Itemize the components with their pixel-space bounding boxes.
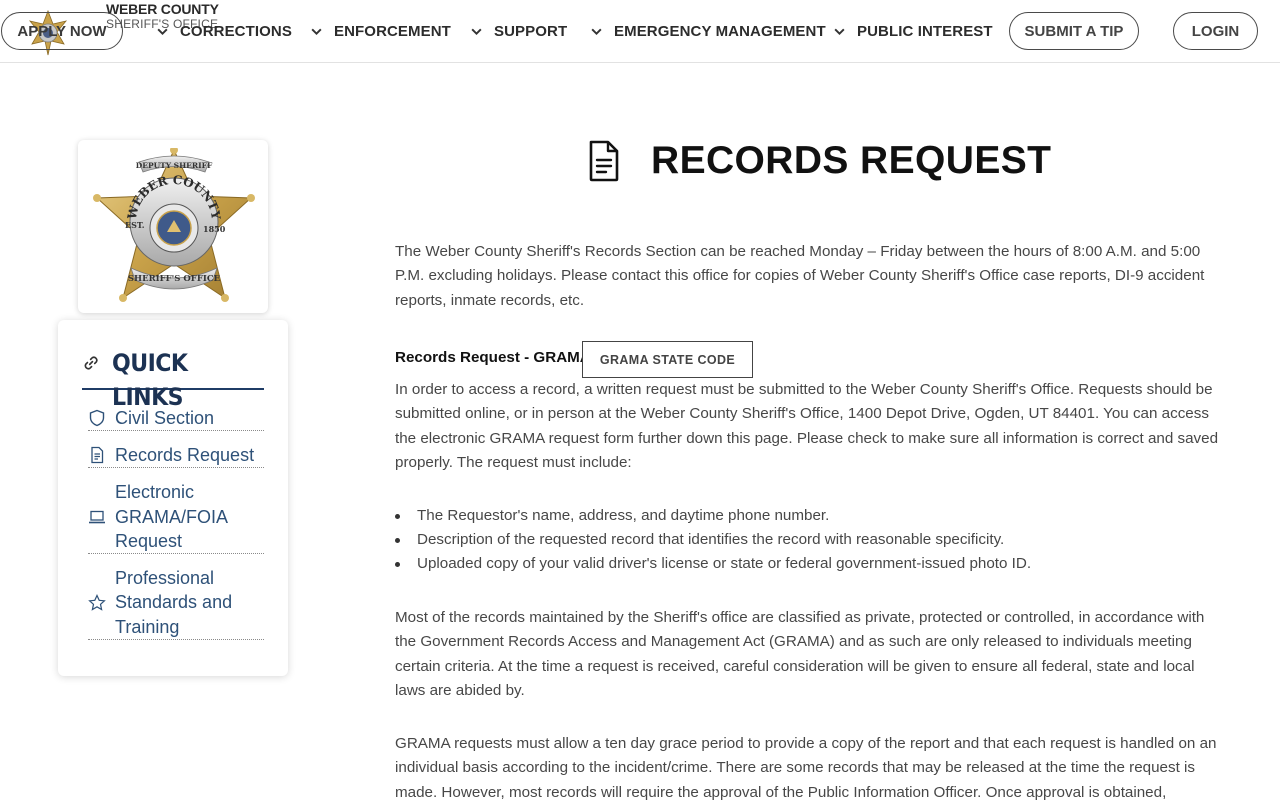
quick-link-label: Civil Section [115,407,215,428]
document-icon [91,446,104,464]
quick-link-electronic-grama[interactable]: Electronic GRAMA/FOIA Request [88,481,264,554]
grama-instructions-paragraph: In order to access a record, a written r… [395,381,1219,472]
chevron-down-icon [311,28,322,35]
list-item: Uploaded copy of your valid driver's lic… [395,552,1227,576]
quick-link-label: Records Request [115,444,255,465]
nav-support[interactable]: SUPPORT [470,21,567,41]
quick-link-professional-standards[interactable]: Professional Standards and Training [88,566,264,640]
list-item: The Requestor's name, address, and dayti… [395,504,1227,528]
quick-links-panel: QUICK LINKS Civil Section Records Reques… [58,320,288,676]
grace-period-paragraph: GRAMA requests must allow a ten day grac… [395,735,1217,800]
sheriff-star-badge-icon: DEPUTY SHERIFF WEBER COUNTY EST. 1850 SH… [93,148,255,302]
quick-links-header: QUICK LINKS [82,346,264,411]
badge-est: EST. [125,220,145,230]
quick-link-label: Professional Standards and Training [115,567,233,637]
brand-name: WEBER COUNTY [106,1,219,17]
nav-label: EMERGENCY MANAGEMENT [614,22,826,40]
requirements-list: The Requestor's name, address, and dayti… [395,504,1227,576]
nav-corrections[interactable]: CORRECTIONS [156,21,292,41]
badge-top-ribbon: DEPUTY SHERIFF [136,161,213,170]
nav-label: ENFORCEMENT [334,22,451,40]
list-item: Description of the requested record that… [395,528,1227,552]
badge-year: 1850 [203,224,226,234]
sheriff-badge-card: DEPUTY SHERIFF WEBER COUNTY EST. 1850 SH… [78,140,268,313]
link-icon [84,356,98,370]
quick-link-records-request[interactable]: Records Request [88,443,264,468]
quick-link-label: Electronic GRAMA/FOIA Request [115,482,228,552]
nav-public-interest[interactable]: PUBLIC INTEREST [833,21,993,41]
badge-bottom-ribbon: SHERIFF'S OFFICE [128,274,221,284]
chevron-down-icon [591,28,602,35]
laptop-icon [89,510,105,524]
page-title-row: RECORDS REQUEST [586,138,1051,184]
login-button[interactable]: LOGIN [1173,12,1258,50]
nav-emergency-management[interactable]: EMERGENCY MANAGEMENT [590,21,826,41]
chevron-down-icon [157,28,168,35]
grama-state-code-button[interactable]: GRAMA STATE CODE [582,341,753,378]
classification-paragraph: Most of the records maintained by the Sh… [395,609,1205,700]
nav-label: CORRECTIONS [180,22,292,40]
star-icon [88,593,106,611]
nav-label: SUPPORT [494,22,568,40]
chevron-down-icon [834,28,845,35]
submit-tip-button[interactable]: SUBMIT A TIP [1009,12,1139,50]
chevron-down-icon [471,28,482,35]
shield-icon [89,409,105,427]
page-title: RECORDS REQUEST [651,139,1052,182]
quick-links-title: QUICK LINKS [112,349,188,411]
site-header: WEBER COUNTY SHERIFF'S OFFICE APPLY NOW … [0,0,1280,63]
document-icon [589,140,619,182]
quick-link-civil-section[interactable]: Civil Section [88,406,264,431]
apply-now-button[interactable]: APPLY NOW [1,12,123,50]
intro-paragraph: The Weber County Sheriff's Records Secti… [395,243,1205,309]
nav-label: PUBLIC INTEREST [857,22,993,40]
nav-enforcement[interactable]: ENFORCEMENT [310,21,451,41]
grama-section-label: Records Request - GRAMA [395,349,591,366]
